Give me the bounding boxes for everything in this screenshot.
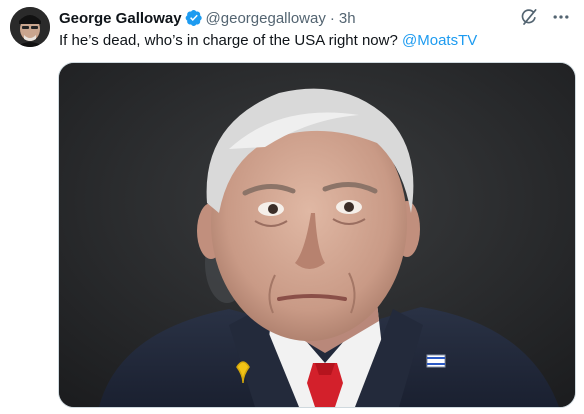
author-handle[interactable]: @georgegalloway (206, 10, 326, 27)
grok-icon[interactable] (518, 6, 540, 28)
header-actions (518, 6, 572, 28)
tweet-body: If he’s dead, who’s in charge of the USA… (59, 32, 402, 49)
more-icon[interactable] (550, 6, 572, 28)
tweet-media-photo[interactable] (58, 62, 576, 408)
author-display-name[interactable]: George Galloway (59, 10, 182, 27)
tweet-text: If he’s dead, who’s in charge of the USA… (59, 31, 477, 51)
tweet-header: George Galloway @georgegalloway · 3h (59, 8, 356, 28)
avatar[interactable] (10, 7, 50, 47)
photo-content (59, 63, 575, 407)
tweet: George Galloway @georgegalloway · 3h If (0, 0, 584, 414)
avatar-image (10, 7, 50, 47)
mention-link[interactable]: @MoatsTV (402, 32, 477, 49)
tweet-timestamp[interactable]: 3h (339, 10, 356, 27)
verified-badge-icon (185, 9, 203, 27)
header-separator: · (329, 9, 335, 27)
